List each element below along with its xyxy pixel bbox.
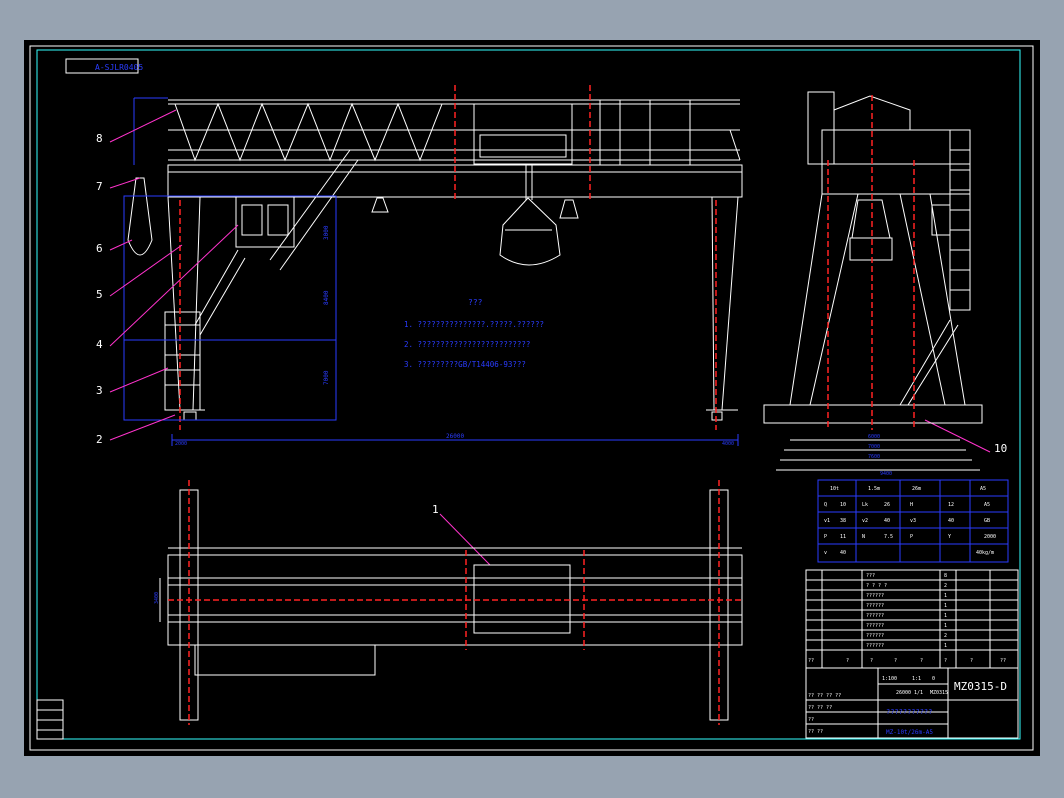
plan-view bbox=[159, 489, 743, 721]
param-header-4: A5 bbox=[980, 486, 986, 492]
parts-header-2: ? bbox=[846, 658, 849, 664]
dim-base-left: 2000 bbox=[175, 441, 187, 447]
cad-drawing-canvas[interactable]: A-SJLR0405 3000 8400 7000 26000 2000 400… bbox=[0, 0, 1064, 798]
param-r2c1: v1 bbox=[824, 518, 830, 524]
parts-header-8: ?? bbox=[1000, 658, 1006, 664]
weight-cell-3: MZ0315 bbox=[930, 690, 948, 696]
title-block-name: ??????????? bbox=[886, 708, 932, 716]
param-header-3: 26m bbox=[912, 486, 921, 492]
param-r1c1: Q bbox=[824, 502, 827, 508]
left-stamp bbox=[36, 699, 64, 740]
param-r1c4: 26 bbox=[884, 502, 890, 508]
balloon-8: 8 bbox=[96, 132, 103, 145]
part-name-6: ?????? bbox=[866, 593, 884, 599]
side-dim-d: 9400 bbox=[880, 471, 892, 477]
scale-cell-1: 1:100 bbox=[882, 676, 897, 682]
balloon-10: 10 bbox=[994, 442, 1007, 455]
param-r2c5: v3 bbox=[910, 518, 916, 524]
plan-dim-gauge: 3400 bbox=[154, 592, 160, 604]
note-line-1: 1. ???????????????.?????.?????? bbox=[404, 320, 544, 329]
part-qty-6: 1 bbox=[944, 593, 947, 599]
balloon-7: 7 bbox=[96, 180, 103, 193]
param-r2c7: GB bbox=[984, 518, 990, 524]
part-name-4: ?????? bbox=[866, 613, 884, 619]
weight-cell-2: 1/1 bbox=[914, 690, 923, 696]
balloon-6: 6 bbox=[96, 242, 103, 255]
side-dim-a: 6000 bbox=[868, 434, 880, 440]
part-name-2: ?????? bbox=[866, 633, 884, 639]
dim-height-mid: 8400 bbox=[323, 290, 330, 305]
notes-heading: ??? bbox=[468, 298, 483, 307]
title-block-subtitle: MZ-10t/26m-A5 bbox=[886, 729, 933, 736]
part-name-1: ?????? bbox=[866, 643, 884, 649]
part-name-3: ?????? bbox=[866, 623, 884, 629]
balloon-2: 2 bbox=[96, 433, 103, 446]
part-name-8: ??? bbox=[866, 573, 875, 579]
balloon-3: 3 bbox=[96, 384, 103, 397]
note-line-3: 3. ?????????GB/T14406-93??? bbox=[404, 360, 526, 369]
param-r1c2: 10 bbox=[840, 502, 846, 508]
param-r2c6: 40 bbox=[948, 518, 954, 524]
revision-row-2: ?? ?? ?? bbox=[808, 705, 832, 711]
dim-height-low: 7000 bbox=[323, 370, 330, 385]
param-r1c6: 12 bbox=[948, 502, 954, 508]
part-no-8: 8 bbox=[944, 573, 947, 579]
parts-header-7: ? bbox=[970, 658, 973, 664]
dim-height-top: 3000 bbox=[323, 225, 330, 240]
plan-centerlines bbox=[168, 480, 742, 725]
part-qty-2: 2 bbox=[944, 633, 947, 639]
param-r4c7: 40kg/m bbox=[976, 550, 994, 556]
balloon-4: 4 bbox=[96, 338, 103, 351]
leader-lines bbox=[109, 109, 991, 566]
front-elevation bbox=[127, 99, 743, 421]
param-r1c3: Lk bbox=[862, 502, 868, 508]
param-r3c2: 11 bbox=[840, 534, 846, 540]
part-qty-1: 1 bbox=[944, 643, 947, 649]
title-tag: A-SJLR0405 bbox=[95, 63, 143, 72]
revision-row-3: ?? bbox=[808, 717, 814, 723]
param-r1c5: H bbox=[910, 502, 913, 508]
parts-header-5: ? bbox=[920, 658, 923, 664]
parts-header-3: ? bbox=[870, 658, 873, 664]
side-dim-c: 7600 bbox=[868, 454, 880, 460]
param-r2c4: 40 bbox=[884, 518, 890, 524]
part-qty-5: 1 bbox=[944, 603, 947, 609]
revision-row-4: ?? ?? bbox=[808, 729, 823, 735]
parts-header-1: ?? bbox=[808, 658, 814, 664]
part-name-7: ? ? ? ? bbox=[866, 583, 887, 589]
param-header-1: 10t bbox=[830, 486, 839, 492]
param-r3c5: P bbox=[910, 534, 913, 540]
param-r3c6: Y bbox=[948, 534, 951, 540]
param-header-2: 1.5m bbox=[868, 486, 880, 492]
param-r2c2: 38 bbox=[840, 518, 846, 524]
balloon-1: 1 bbox=[432, 503, 439, 516]
scale-cell-2: 1:1 bbox=[912, 676, 921, 682]
side-centerlines bbox=[827, 95, 915, 430]
part-qty-4: 1 bbox=[944, 613, 947, 619]
param-r3c3: N bbox=[862, 534, 865, 540]
parts-header-4: ? bbox=[894, 658, 897, 664]
param-r1c7: A5 bbox=[984, 502, 990, 508]
note-line-2: 2. ????????????????????????? bbox=[404, 340, 530, 349]
part-qty-8: 2 bbox=[944, 583, 947, 589]
param-r2c3: v2 bbox=[862, 518, 868, 524]
part-qty-3: 1 bbox=[944, 623, 947, 629]
dim-span: 26000 bbox=[446, 433, 464, 440]
param-r4c2: 40 bbox=[840, 550, 846, 556]
param-r3c4: 7.5 bbox=[884, 534, 893, 540]
revision-row-1: ?? ?? ?? ?? bbox=[808, 693, 841, 699]
dim-base-right: 4000 bbox=[722, 441, 734, 447]
balloon-5: 5 bbox=[96, 288, 103, 301]
param-r4c1: v bbox=[824, 550, 827, 556]
side-elevation bbox=[763, 91, 983, 424]
front-centerlines bbox=[179, 85, 717, 430]
scale-cell-3: 0 bbox=[932, 676, 935, 682]
side-dim-b: 7000 bbox=[868, 444, 880, 450]
part-name-5: ?????? bbox=[866, 603, 884, 609]
param-r3c7: 2000 bbox=[984, 534, 996, 540]
drawing-number: MZ0315-D bbox=[954, 680, 1007, 693]
weight-cell-1: 26000 bbox=[896, 690, 911, 696]
parts-header-6: ? bbox=[944, 658, 947, 664]
param-r3c1: P bbox=[824, 534, 827, 540]
